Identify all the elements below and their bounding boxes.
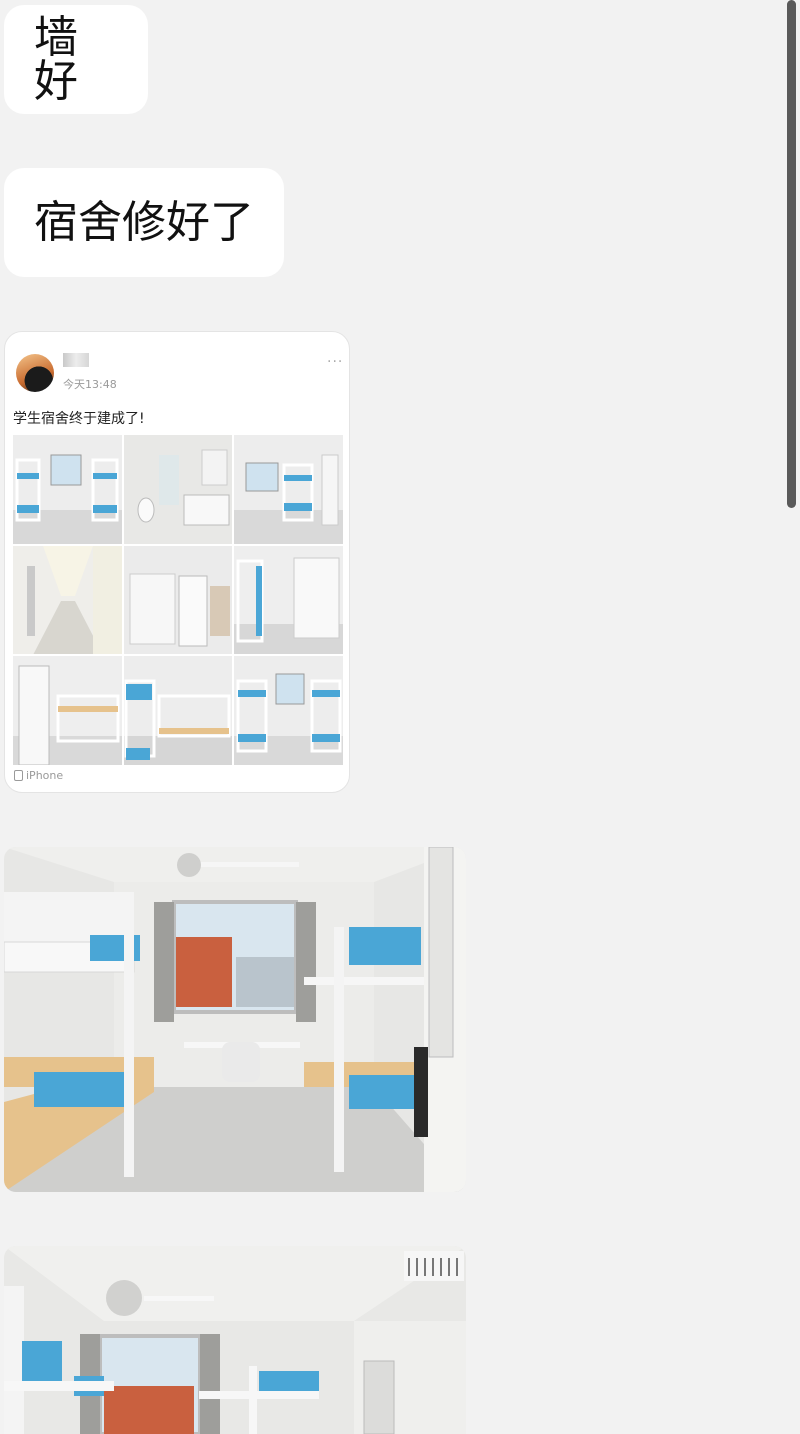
phone-icon (14, 770, 23, 781)
grid-photo[interactable] (123, 435, 233, 544)
post-time: 今天13:48 (63, 378, 117, 391)
device-name: iPhone (26, 769, 64, 782)
grid-photo[interactable] (234, 435, 343, 544)
chat-photo-1[interactable] (4, 847, 466, 1192)
grid-photo[interactable] (13, 435, 122, 544)
shared-post-card[interactable]: 今天13:48 ··· 学生宿舍终于建成了! iPhone (4, 331, 350, 793)
username-blurred (63, 353, 89, 367)
grid-photo[interactable] (123, 545, 233, 655)
chat-photo-2[interactable] (4, 1246, 466, 1434)
more-dots-icon[interactable]: ··· (327, 354, 343, 370)
grid-photo[interactable] (234, 545, 343, 655)
avatar[interactable] (16, 354, 54, 392)
chat-bubble-2[interactable]: 宿舍修好了 (4, 168, 284, 277)
message-text: 墙好 (34, 11, 78, 107)
post-text: 学生宿舍终于建成了! (13, 411, 145, 427)
device-label: iPhone (14, 769, 63, 782)
grid-photo[interactable] (13, 545, 122, 655)
photo-grid (13, 435, 343, 765)
chat-bubble-1[interactable]: 墙好 (4, 5, 148, 114)
message-text: 宿舍修好了 (34, 196, 254, 248)
grid-photo[interactable] (234, 656, 343, 765)
grid-photo[interactable] (123, 656, 233, 765)
grid-photo[interactable] (13, 656, 122, 765)
scrollbar[interactable] (787, 0, 796, 508)
